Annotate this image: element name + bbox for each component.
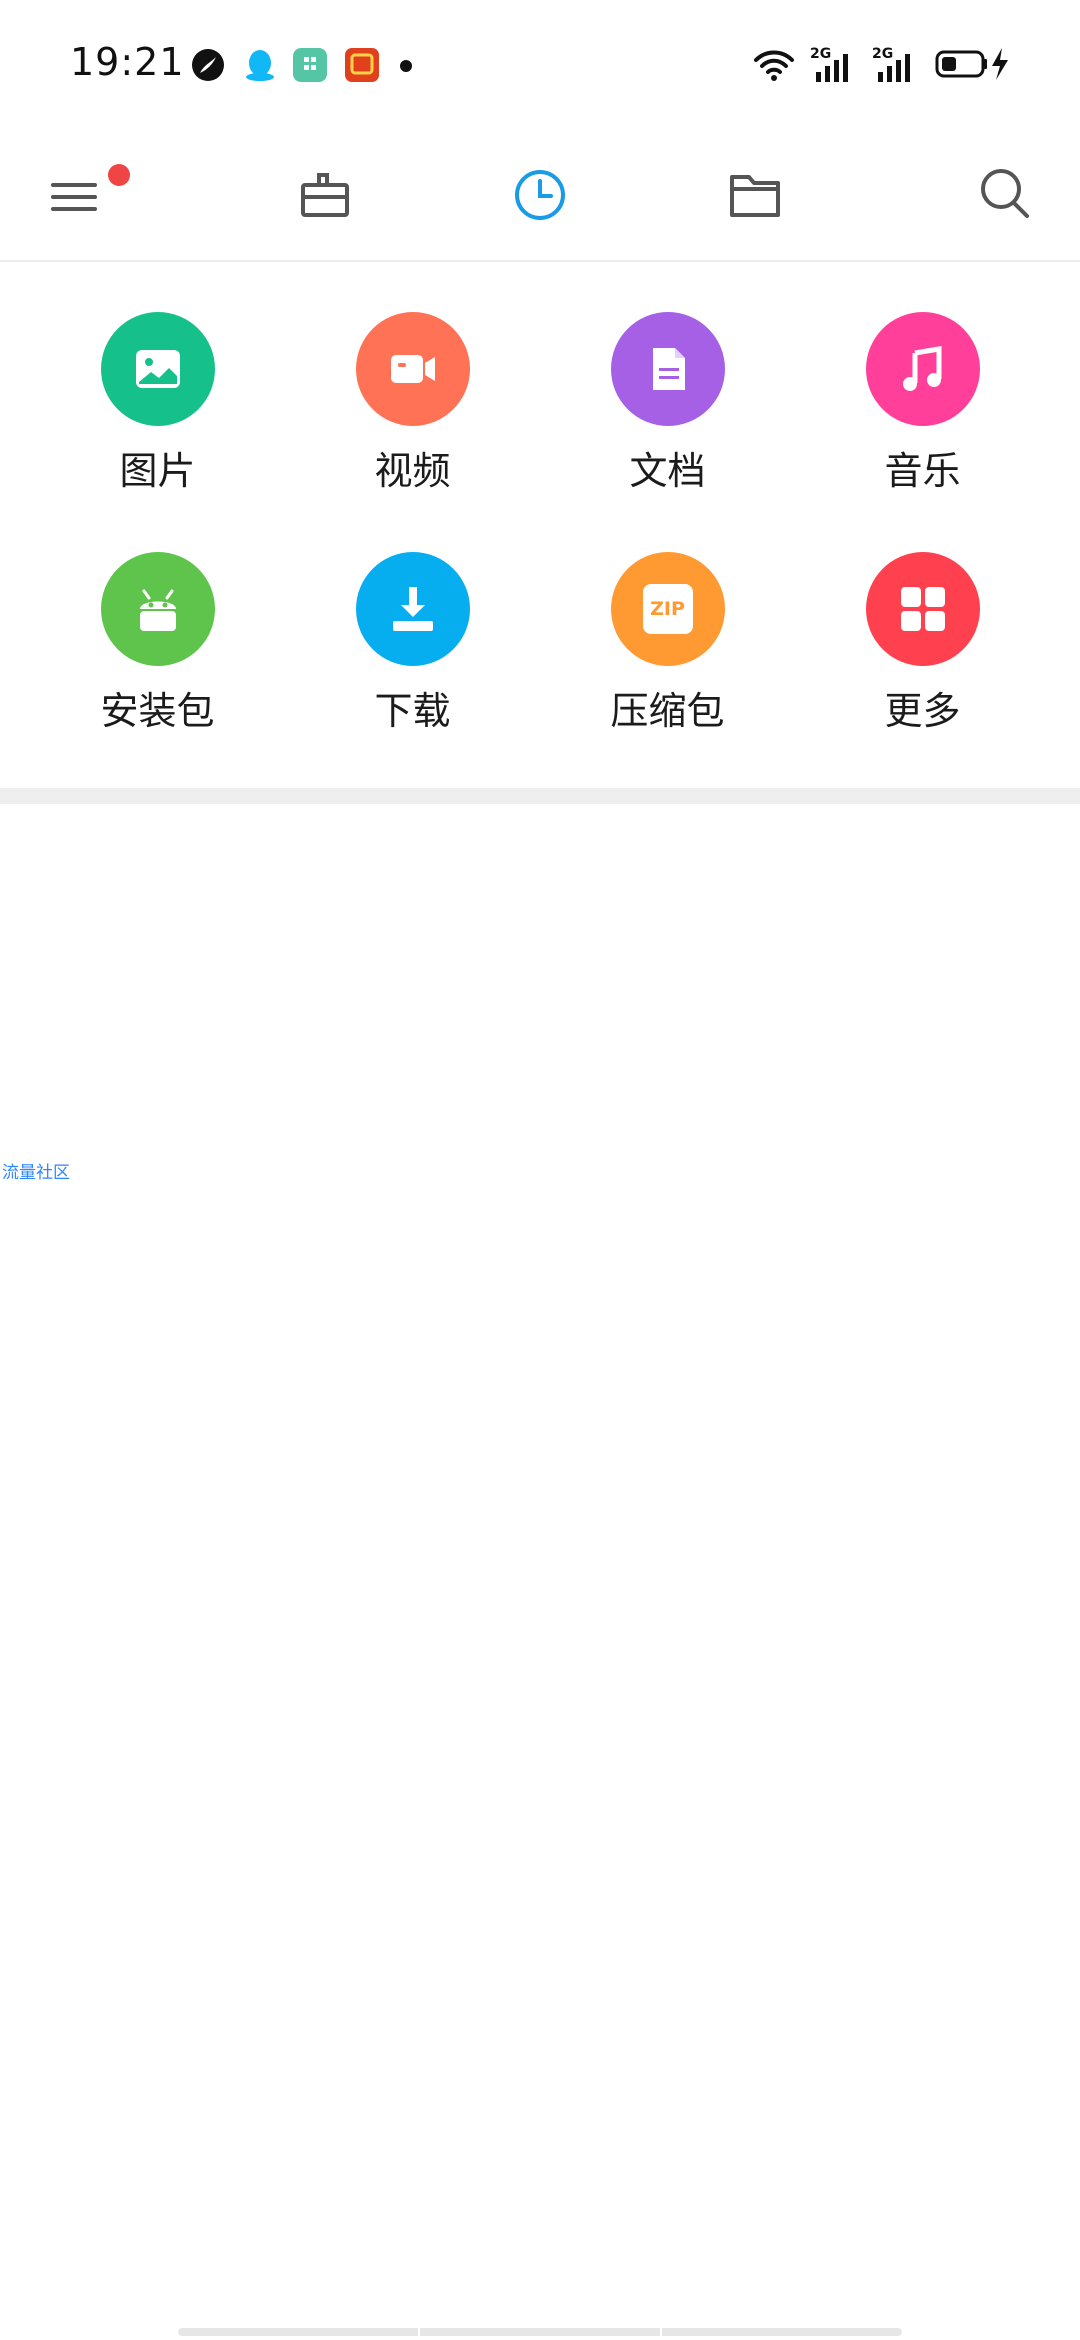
category-more-label: 更多 [884, 689, 961, 733]
notification-dot [400, 60, 412, 72]
menu-icon [51, 183, 97, 211]
section-divider [0, 788, 1080, 804]
android-icon [139, 589, 176, 631]
category-images-circle [100, 312, 215, 426]
category-archives-circle: ZIP [610, 552, 725, 666]
category-archives[interactable]: ZIP 压缩包 [540, 552, 795, 772]
search-icon [981, 169, 1029, 218]
category-videos-circle [355, 312, 470, 426]
zip-icon: ZIP [642, 584, 693, 634]
category-music[interactable]: 音乐 [795, 312, 1050, 532]
top-toolbar [0, 130, 1080, 260]
status-time: 19:21 [70, 40, 185, 84]
traffic-community-link[interactable]: 流量社区 [2, 1158, 70, 1183]
wifi-icon [754, 50, 794, 81]
category-documents[interactable]: 文档 [540, 312, 795, 532]
folder-icon [730, 175, 780, 217]
category-archives-label: 压缩包 [610, 689, 725, 733]
download-icon [392, 587, 433, 631]
signal-2g-icon-2: 2G [872, 46, 922, 82]
category-apks-circle [100, 552, 215, 666]
category-downloads-label: 下载 [374, 689, 451, 733]
category-more-circle [865, 552, 980, 666]
menu-notification-badge [108, 164, 130, 186]
category-documents-label: 文档 [629, 449, 706, 493]
category-apks[interactable]: 安装包 [30, 552, 285, 772]
category-videos-label: 视频 [374, 449, 451, 493]
qq-icon [246, 50, 274, 81]
category-documents-circle [610, 312, 725, 426]
toolbox-icon [301, 173, 349, 217]
category-downloads[interactable]: 下载 [285, 552, 540, 772]
more-grid-icon [900, 587, 945, 631]
category-downloads-circle [355, 552, 470, 666]
category-more[interactable]: 更多 [795, 552, 1050, 772]
category-videos[interactable]: 视频 [285, 312, 540, 532]
file-manager-screen: 19:21 2G 2G 图片 视频 文档 音乐 安装包 下载 ZIP 压缩包 更… [0, 0, 1080, 2340]
category-music-label: 音乐 [884, 449, 961, 493]
zip-icon-text: ZIP [650, 598, 685, 620]
battery-icon [935, 48, 1008, 80]
search-button[interactable] [960, 150, 1050, 240]
signal-2g-icon-1: 2G [810, 46, 860, 82]
mercury-app-icon [192, 49, 224, 81]
toolbox-button[interactable] [280, 150, 370, 240]
folder-button[interactable] [710, 150, 800, 240]
recent-clock-icon [515, 170, 565, 220]
category-grid: 图片 视频 文档 音乐 安装包 下载 ZIP 压缩包 更多 [0, 262, 1080, 788]
video-icon [390, 355, 435, 383]
image-icon [135, 350, 180, 388]
mi-app-icon [293, 48, 327, 82]
music-icon [902, 346, 941, 391]
category-images[interactable]: 图片 [30, 312, 285, 532]
category-images-label: 图片 [119, 449, 196, 493]
network-type-1: 2G [810, 46, 832, 62]
category-apks-label: 安装包 [100, 689, 215, 733]
document-icon [652, 348, 685, 390]
taobao-icon [345, 48, 379, 82]
status-bar: 19:21 2G 2G [0, 0, 1080, 130]
menu-button[interactable] [28, 150, 130, 240]
category-music-circle [865, 312, 980, 426]
recent-button[interactable] [495, 150, 585, 240]
network-type-2: 2G [872, 46, 894, 62]
home-indicator[interactable] [178, 2328, 902, 2336]
